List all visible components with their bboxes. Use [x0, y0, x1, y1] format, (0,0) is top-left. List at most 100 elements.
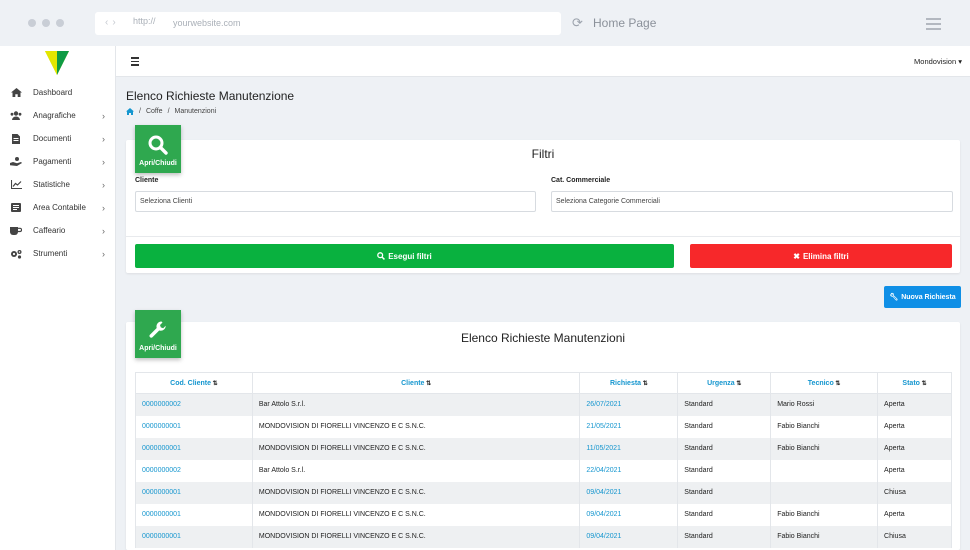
table-row[interactable]: 0000000001 MONDOVISION DI FIORELLI VINCEN… [135, 437, 952, 460]
table-cell-cod-cliente[interactable]: 0000000001 [135, 437, 253, 460]
user-name: Mondovision [914, 57, 957, 66]
table-cell-tecnico: Mario Rossi [770, 393, 879, 416]
sidebar-item-label: Strumenti [33, 249, 68, 258]
sort-icon: ⇅ [211, 380, 218, 387]
table-cell-urgenza: Standard [677, 481, 772, 504]
table-body: 0000000002 Bar Attolo S.r.l. 26/07/2021 Sta… [135, 393, 952, 548]
table-cell-urgenza: Standard [677, 415, 772, 438]
sidebar-item-caffeario[interactable]: Caffeario › [0, 219, 116, 242]
logo[interactable] [44, 50, 70, 76]
table-cell-urgenza: Standard [677, 525, 772, 548]
filters-title: Filtri [531, 147, 555, 161]
column-header[interactable]: Stato ⇅ [877, 372, 952, 394]
apply-filters-button[interactable]: Esegui filtri [135, 244, 674, 268]
sidebar-item-label: Dashboard [33, 88, 73, 97]
table-cell-tecnico: Fabio Bianchi [770, 415, 879, 438]
column-header[interactable]: Tecnico ⇅ [770, 372, 879, 394]
table-header-row: Cod. Cliente ⇅ Cliente ⇅ Richiesta ⇅ Urgenz… [135, 372, 952, 394]
table-cell-cliente: Bar Attolo S.r.l. [251, 459, 581, 482]
column-header[interactable]: Cod. Cliente ⇅ [135, 372, 253, 394]
chevron-right-icon: › [102, 179, 105, 190]
table-cell-richiesta[interactable]: 09/04/2021 [579, 503, 679, 526]
breadcrumb-separator: / [139, 108, 141, 115]
new-request-button[interactable]: 🔧︎ Nuova Richiesta [884, 286, 961, 308]
sidebar-item-area-contabile[interactable]: Area Contabile › [0, 196, 116, 219]
sidebar-item-label: Caffeario [33, 226, 66, 235]
column-header[interactable]: Urgenza ⇅ [677, 372, 772, 394]
table-row[interactable]: 0000000001 MONDOVISION DI FIORELLI VINCEN… [135, 415, 952, 438]
caret-down-icon: ▾ [958, 57, 962, 66]
sidebar-item-anagrafiche[interactable]: Anagrafiche › [0, 104, 116, 127]
sidebar-item-dashboard[interactable]: Dashboard [0, 81, 116, 104]
window-dot[interactable] [42, 19, 50, 27]
table-row[interactable]: 0000000001 MONDOVISION DI FIORELLI VINCEN… [135, 503, 952, 526]
sidebar-toggle-icon[interactable] [131, 57, 139, 68]
window-dot[interactable] [56, 19, 64, 27]
table-row[interactable]: 0000000002 Bar Attolo S.r.l. 26/07/2021 Sta… [135, 393, 952, 416]
table-cell-tecnico [770, 459, 879, 482]
sidebar-item-documenti[interactable]: Documenti › [0, 127, 116, 150]
table-cell-cod-cliente[interactable]: 0000000001 [135, 525, 253, 548]
table-cell-richiesta[interactable]: 26/07/2021 [579, 393, 679, 416]
browser-menu-icon[interactable] [926, 18, 941, 33]
page-title: Elenco Richieste Manutenzione [126, 89, 295, 103]
browser-toolbar: ‹› http:// yourwebsite.com ⟳ Home Page [0, 0, 970, 46]
breadcrumb-item[interactable]: Coffe [146, 108, 163, 115]
sidebar-item-statistiche[interactable]: Statistiche › [0, 173, 116, 196]
chevron-right-icon: › [102, 110, 105, 121]
table-cell-cod-cliente[interactable]: 0000000001 [135, 503, 253, 526]
wrench-icon [149, 321, 166, 338]
table-cell-stato: Aperta [877, 459, 952, 482]
nav-arrows-icon[interactable]: ‹› [105, 17, 120, 28]
column-header-label: Cliente [401, 379, 425, 387]
list-title: Elenco Richieste Manutenzioni [460, 331, 626, 345]
breadcrumb-item-current: Manutenzioni [174, 108, 217, 115]
table-cell-richiesta[interactable]: 09/04/2021 [579, 481, 679, 504]
window-dot[interactable] [28, 19, 36, 27]
window-controls [28, 19, 64, 27]
table-cell-cod-cliente[interactable]: 0000000001 [135, 481, 253, 504]
sidebar-item-label: Pagamenti [33, 157, 72, 166]
ledger-icon [10, 203, 22, 213]
table-cell-cod-cliente[interactable]: 0000000002 [135, 459, 253, 482]
filters-panel: Filtri Cliente Seleziona Clienti Cat. Co… [126, 140, 960, 273]
sort-icon: ⇅ [641, 380, 648, 387]
table-cell-cliente: MONDOVISION DI FIORELLI VINCENZO E C S.N… [251, 415, 581, 438]
sort-icon: ⇅ [833, 380, 841, 387]
breadcrumb: / Coffe / Manutenzioni [126, 108, 216, 115]
table-row[interactable]: 0000000002 Bar Attolo S.r.l. 22/04/2021 Sta… [135, 459, 952, 482]
clear-filters-label: Elimina filtri [802, 251, 849, 261]
sidebar-item-strumenti[interactable]: Strumenti › [0, 242, 116, 265]
users-icon [10, 111, 22, 121]
sidebar-item-pagamenti[interactable]: Pagamenti › [0, 150, 116, 173]
cliente-label: Cliente [135, 177, 159, 184]
table-cell-stato: Aperta [877, 393, 952, 416]
breadcrumb-separator: / [167, 108, 170, 115]
table-cell-richiesta[interactable]: 22/04/2021 [579, 459, 679, 482]
column-header[interactable]: Richiesta ⇅ [579, 372, 679, 394]
sidebar-nav: Dashboard Anagrafiche › Documenti › Pagamenti… [0, 81, 116, 265]
table-row[interactable]: 0000000001 MONDOVISION DI FIORELLI VINCEN… [135, 481, 952, 504]
user-menu[interactable]: Mondovision ▾ [914, 57, 962, 66]
file-icon [10, 133, 22, 144]
reload-icon[interactable]: ⟳ [572, 15, 583, 31]
address-bar[interactable]: ‹› http:// yourwebsite.com [95, 12, 561, 35]
table-cell-cod-cliente[interactable]: 0000000002 [135, 393, 253, 416]
table-cell-cod-cliente[interactable]: 0000000001 [135, 415, 253, 438]
column-header[interactable]: Cliente ⇅ [251, 372, 581, 394]
table-cell-richiesta[interactable]: 11/05/2021 [579, 437, 679, 460]
table-cell-urgenza: Standard [677, 437, 772, 460]
clear-filters-button[interactable]: ✖ Elimina filtri [690, 244, 952, 268]
table-cell-tecnico [770, 481, 879, 504]
cogs-icon [10, 249, 22, 259]
sidebar-item-label: Anagrafiche [33, 111, 76, 120]
table-cell-cliente: MONDOVISION DI FIORELLI VINCENZO E C S.N… [251, 525, 581, 548]
cliente-select[interactable]: Seleziona Clienti [135, 191, 536, 212]
home-icon[interactable] [126, 108, 134, 115]
list-toggle-button[interactable]: Apri/Chiudi [135, 310, 181, 358]
table-cell-richiesta[interactable]: 09/04/2021 [579, 525, 679, 548]
categoria-select[interactable]: Seleziona Categorie Commerciali [551, 191, 953, 212]
table-row[interactable]: 0000000001 MONDOVISION DI FIORELLI VINCEN… [135, 525, 952, 548]
filters-toggle-button[interactable]: Apri/Chiudi [135, 125, 181, 173]
table-cell-richiesta[interactable]: 21/05/2021 [579, 415, 679, 438]
